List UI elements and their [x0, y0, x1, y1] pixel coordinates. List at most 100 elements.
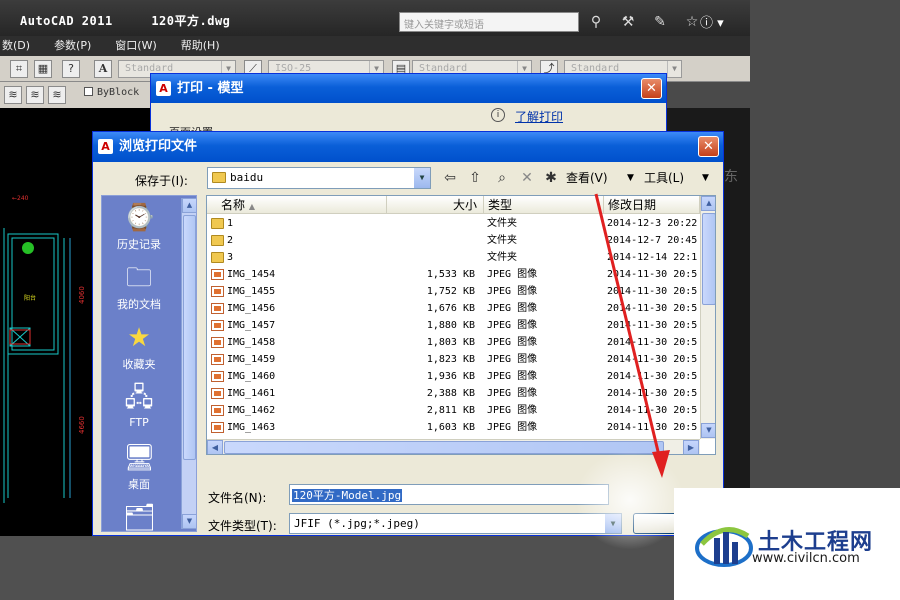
scroll-right-icon[interactable]: ▶: [683, 440, 699, 454]
place-ftp[interactable]: 🖧 FTP: [102, 380, 176, 440]
delete-icon[interactable]: ✕: [517, 168, 537, 188]
file-name-cell: IMG_1462: [227, 405, 276, 416]
color-swatch: [84, 87, 93, 96]
file-type-cell: 文件夹: [487, 235, 517, 246]
place-more[interactable]: 🗂: [102, 500, 176, 531]
file-type-cell: JPEG 图像: [487, 405, 538, 416]
calculator-icon[interactable]: ▦: [34, 60, 52, 78]
wrench-icon[interactable]: ⚒: [618, 12, 638, 32]
file-row[interactable]: IMG_1457 1,880 KB JPEG 图像 2014-11-30 20:5: [207, 317, 700, 334]
menu-dimension[interactable]: 数(D): [0, 36, 42, 56]
place-desktop[interactable]: 🖥 桌面: [102, 440, 176, 500]
file-modified-cell: 2014-12-7 20:45: [607, 235, 698, 246]
menu-help[interactable]: 帮助(H): [169, 36, 232, 56]
linetype-combo[interactable]: ByBlock: [84, 87, 154, 105]
layer-icon[interactable]: ≋: [4, 86, 22, 104]
scroll-down-icon[interactable]: ▼: [182, 514, 196, 529]
browse-dialog-titlebar[interactable]: A 浏览打印文件 ✕: [93, 132, 723, 162]
star-icon: ★: [127, 323, 151, 353]
jpeg-file-icon: [211, 320, 224, 331]
file-row[interactable]: IMG_1463 1,603 KB JPEG 图像 2014-11-30 20:5: [207, 419, 700, 436]
file-type-cell: JPEG 图像: [487, 269, 538, 280]
autocad-logo-icon: A: [156, 81, 171, 96]
comm-center-icon[interactable]: ✎: [650, 12, 670, 32]
file-row[interactable]: IMG_1459 1,823 KB JPEG 图像 2014-11-30 20:5: [207, 351, 700, 368]
chevron-down-icon[interactable]: ▼: [627, 168, 634, 188]
place-history[interactable]: ⌚ 历史记录: [102, 200, 176, 260]
column-size[interactable]: 大小: [387, 196, 484, 214]
file-row[interactable]: 1 文件夹 2014-12-3 20:22: [207, 215, 700, 232]
scroll-up-icon[interactable]: ▲: [701, 196, 715, 211]
binoculars-icon[interactable]: ⚲: [586, 12, 606, 32]
file-modified-cell: 2014-11-30 20:5: [607, 422, 698, 433]
file-type-cell: 文件夹: [487, 218, 517, 229]
place-my-documents[interactable]: 🗀 我的文档: [102, 260, 176, 320]
file-row[interactable]: IMG_1462 2,811 KB JPEG 图像 2014-11-30 20:5: [207, 402, 700, 419]
column-modified[interactable]: 修改日期: [604, 196, 700, 214]
layer-state-icon[interactable]: ≋: [26, 86, 44, 104]
help-search-input[interactable]: 键入关键字或短语: [399, 12, 579, 32]
file-size-cell: 2,388 KB: [426, 388, 475, 399]
file-size-cell: 1,880 KB: [426, 320, 475, 331]
scroll-thumb[interactable]: [702, 213, 715, 305]
scroll-thumb[interactable]: [183, 215, 196, 460]
background-text: 东: [724, 169, 738, 185]
file-modified-cell: 2014-11-30 20:5: [607, 269, 698, 280]
file-name-cell: IMG_1460: [227, 371, 276, 382]
print-dialog-titlebar[interactable]: A 打印 - 模型 ✕: [151, 74, 666, 103]
search-web-icon[interactable]: ⌕: [492, 168, 512, 188]
file-type-cell: JPEG 图像: [487, 303, 538, 314]
file-name-input[interactable]: 120平方-Model.jpg: [289, 484, 609, 505]
column-name[interactable]: 名称 ▲: [207, 196, 387, 214]
close-icon[interactable]: ✕: [641, 78, 662, 99]
back-icon[interactable]: ⇦: [440, 168, 460, 188]
dimension-label: 4060: [78, 286, 86, 304]
file-type-combo[interactable]: JFIF (*.jpg;*.jpeg) ▼: [289, 513, 622, 534]
file-type-value: JFIF (*.jpg;*.jpeg): [294, 517, 420, 530]
file-row[interactable]: IMG_1455 1,752 KB JPEG 图像 2014-11-30 20:5: [207, 283, 700, 300]
file-list-vscrollbar[interactable]: ▲ ▼: [700, 196, 715, 439]
file-list-header: 名称 ▲ 大小 类型 修改日期: [207, 196, 700, 214]
file-row[interactable]: 3 文件夹 2014-12-14 22:1: [207, 249, 700, 266]
star-icon[interactable]: ☆: [682, 12, 702, 32]
save-in-combo[interactable]: baidu ▼: [207, 167, 431, 189]
file-type-cell: JPEG 图像: [487, 286, 538, 297]
file-size-cell: 1,676 KB: [426, 303, 475, 314]
file-modified-cell: 2014-12-14 22:1: [607, 252, 698, 263]
file-row[interactable]: IMG_1458 1,803 KB JPEG 图像 2014-11-30 20:5: [207, 334, 700, 351]
layer-prev-icon[interactable]: ≋: [48, 86, 66, 104]
new-folder-icon[interactable]: ✱: [541, 168, 561, 188]
file-row[interactable]: IMG_1454 1,533 KB JPEG 图像 2014-11-30 20:5: [207, 266, 700, 283]
chevron-down-icon[interactable]: ▼: [702, 168, 709, 188]
menu-parametric[interactable]: 参数(P): [42, 36, 103, 56]
scroll-left-icon[interactable]: ◀: [207, 440, 223, 454]
file-size-cell: 1,823 KB: [426, 354, 475, 365]
learn-print-link[interactable]: 了解打印: [515, 108, 563, 125]
file-row[interactable]: IMG_1461 2,388 KB JPEG 图像 2014-11-30 20:5: [207, 385, 700, 402]
jpeg-file-icon: [211, 405, 224, 416]
file-row[interactable]: 2 文件夹 2014-12-7 20:45: [207, 232, 700, 249]
file-modified-cell: 2014-11-30 20:5: [607, 286, 698, 297]
tools-menu-button[interactable]: 工具(L): [644, 168, 684, 188]
menu-window[interactable]: 窗口(W): [103, 36, 168, 56]
text-style-icon[interactable]: A: [94, 60, 112, 78]
help-icon[interactable]: ⓘ ▾: [700, 12, 734, 32]
save-in-value: baidu: [230, 171, 264, 184]
file-list[interactable]: 名称 ▲ 大小 类型 修改日期 1 文件夹 2014-12-3 20:22 2 文件夹 2…: [206, 195, 716, 455]
column-type[interactable]: 类型: [484, 196, 604, 214]
toolbar-icon[interactable]: ⌗: [10, 60, 28, 78]
scroll-up-icon[interactable]: ▲: [182, 198, 196, 213]
file-row[interactable]: IMG_1456 1,676 KB JPEG 图像 2014-11-30 20:5: [207, 300, 700, 317]
close-icon[interactable]: ✕: [698, 136, 719, 157]
places-scrollbar[interactable]: ▲ ▼: [181, 198, 196, 529]
help-icon[interactable]: ?: [62, 60, 80, 78]
file-modified-cell: 2014-11-30 20:5: [607, 320, 698, 331]
view-menu-button[interactable]: 查看(V): [566, 168, 608, 188]
folder-icon: [212, 172, 226, 183]
file-row[interactable]: IMG_1460 1,936 KB JPEG 图像 2014-11-30 20:5: [207, 368, 700, 385]
place-favorites[interactable]: ★ 收藏夹: [102, 320, 176, 380]
svg-text:←240: ←240: [12, 195, 29, 202]
scroll-down-icon[interactable]: ▼: [701, 423, 715, 438]
info-icon: i: [491, 108, 505, 122]
up-folder-icon[interactable]: ⇧: [465, 168, 485, 188]
